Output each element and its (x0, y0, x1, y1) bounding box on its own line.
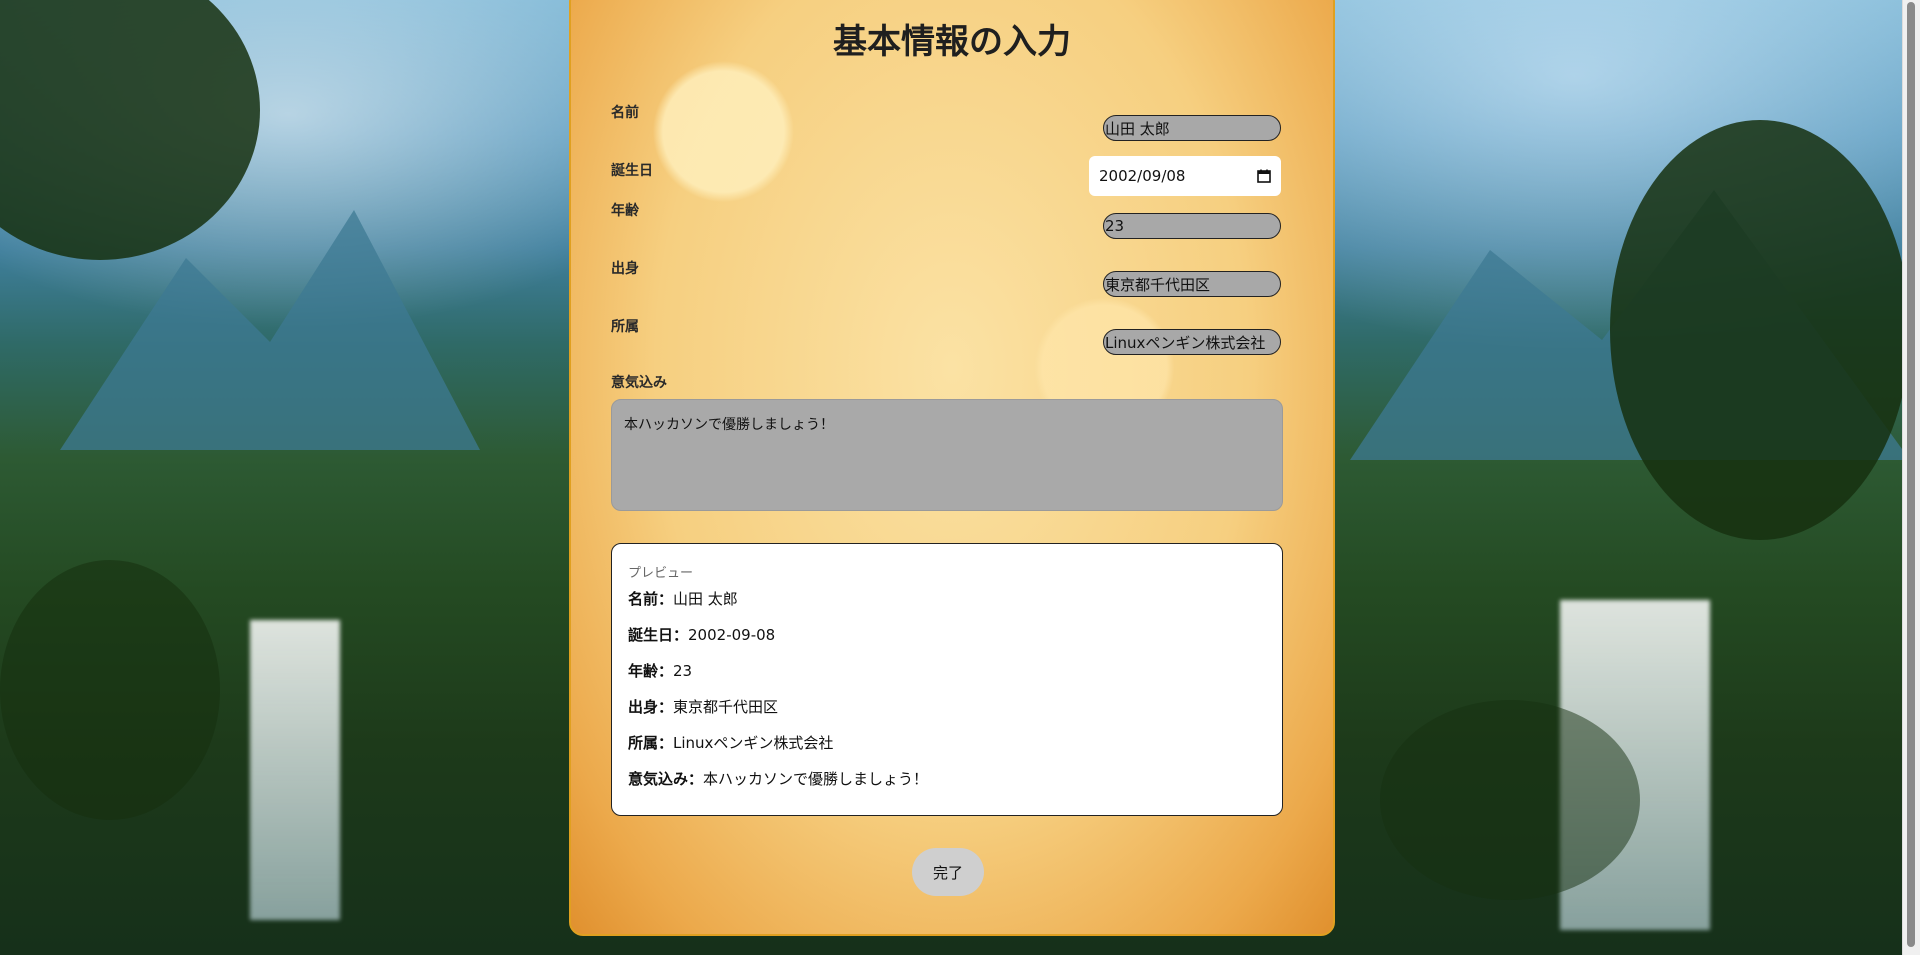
origin-label: 出身 (611, 261, 639, 277)
affiliation-input[interactable] (1103, 329, 1281, 355)
preview-line-birthday: 誕生日：2002-09-08 (628, 626, 1266, 662)
age-input[interactable] (1103, 213, 1281, 239)
background-foliage (0, 560, 220, 820)
preview-heading: プレビュー (628, 566, 694, 581)
name-label: 名前 (611, 105, 639, 121)
preview-label: 名前： (628, 590, 674, 608)
preview-value: 東京都千代田区 (673, 698, 779, 716)
scrollbar-thumb[interactable] (1907, 2, 1915, 947)
page-title: 基本情報の入力 (833, 22, 1071, 62)
background-mountain (1350, 190, 1910, 460)
preview-label: 年齢： (628, 662, 674, 680)
preview-line-affiliation: 所属：Linuxペンギン株式会社 (628, 734, 1266, 770)
preview-value: 本ハッカソンで優勝しましょう！ (703, 770, 929, 788)
preview-label: 所属： (628, 734, 674, 752)
background-waterfall (250, 620, 340, 920)
vertical-scrollbar[interactable] (1902, 0, 1920, 955)
birthday-label: 誕生日 (611, 163, 653, 179)
preview-value: 2002-09-08 (688, 626, 776, 644)
age-label: 年齢 (611, 203, 639, 219)
preview-line-age: 年齢：23 (628, 662, 1266, 698)
preview-value: 山田 太郎 (673, 590, 738, 608)
motivation-label: 意気込み (611, 375, 667, 391)
affiliation-label: 所属 (611, 319, 639, 335)
preview-value: Linuxペンギン株式会社 (673, 734, 834, 752)
preview-line-motivation: 意気込み：本ハッカソンで優勝しましょう！ (628, 770, 1266, 806)
preview-value: 23 (673, 662, 693, 680)
background-waterfall (1560, 600, 1710, 930)
preview-label: 出身： (628, 698, 674, 716)
background-mountain (60, 210, 480, 450)
background-foliage (1610, 120, 1910, 540)
background-foliage (1380, 700, 1640, 900)
preview-label: 意気込み： (628, 770, 704, 788)
input-form-panel: 基本情報の入力 名前 誕生日 2002/09/08 年齢 出身 所属 意気込み … (569, 0, 1335, 936)
name-input[interactable] (1103, 115, 1281, 141)
preview-label: 誕生日： (628, 626, 689, 644)
preview-box: プレビュー 名前：山田 太郎 誕生日：2002-09-08 年齢：23 出身：東… (611, 543, 1283, 816)
motivation-textarea[interactable]: 本ハッカソンで優勝しましょう！ (611, 399, 1283, 511)
preview-line-origin: 出身：東京都千代田区 (628, 698, 1266, 734)
preview-line-name: 名前：山田 太郎 (628, 590, 1266, 626)
birthday-date-input[interactable]: 2002/09/08 (1089, 156, 1281, 196)
done-button[interactable]: 完了 (912, 848, 984, 896)
background-foliage (0, 0, 260, 260)
calendar-icon[interactable] (1257, 169, 1271, 183)
birthday-value: 2002/09/08 (1099, 167, 1186, 185)
origin-input[interactable] (1103, 271, 1281, 297)
